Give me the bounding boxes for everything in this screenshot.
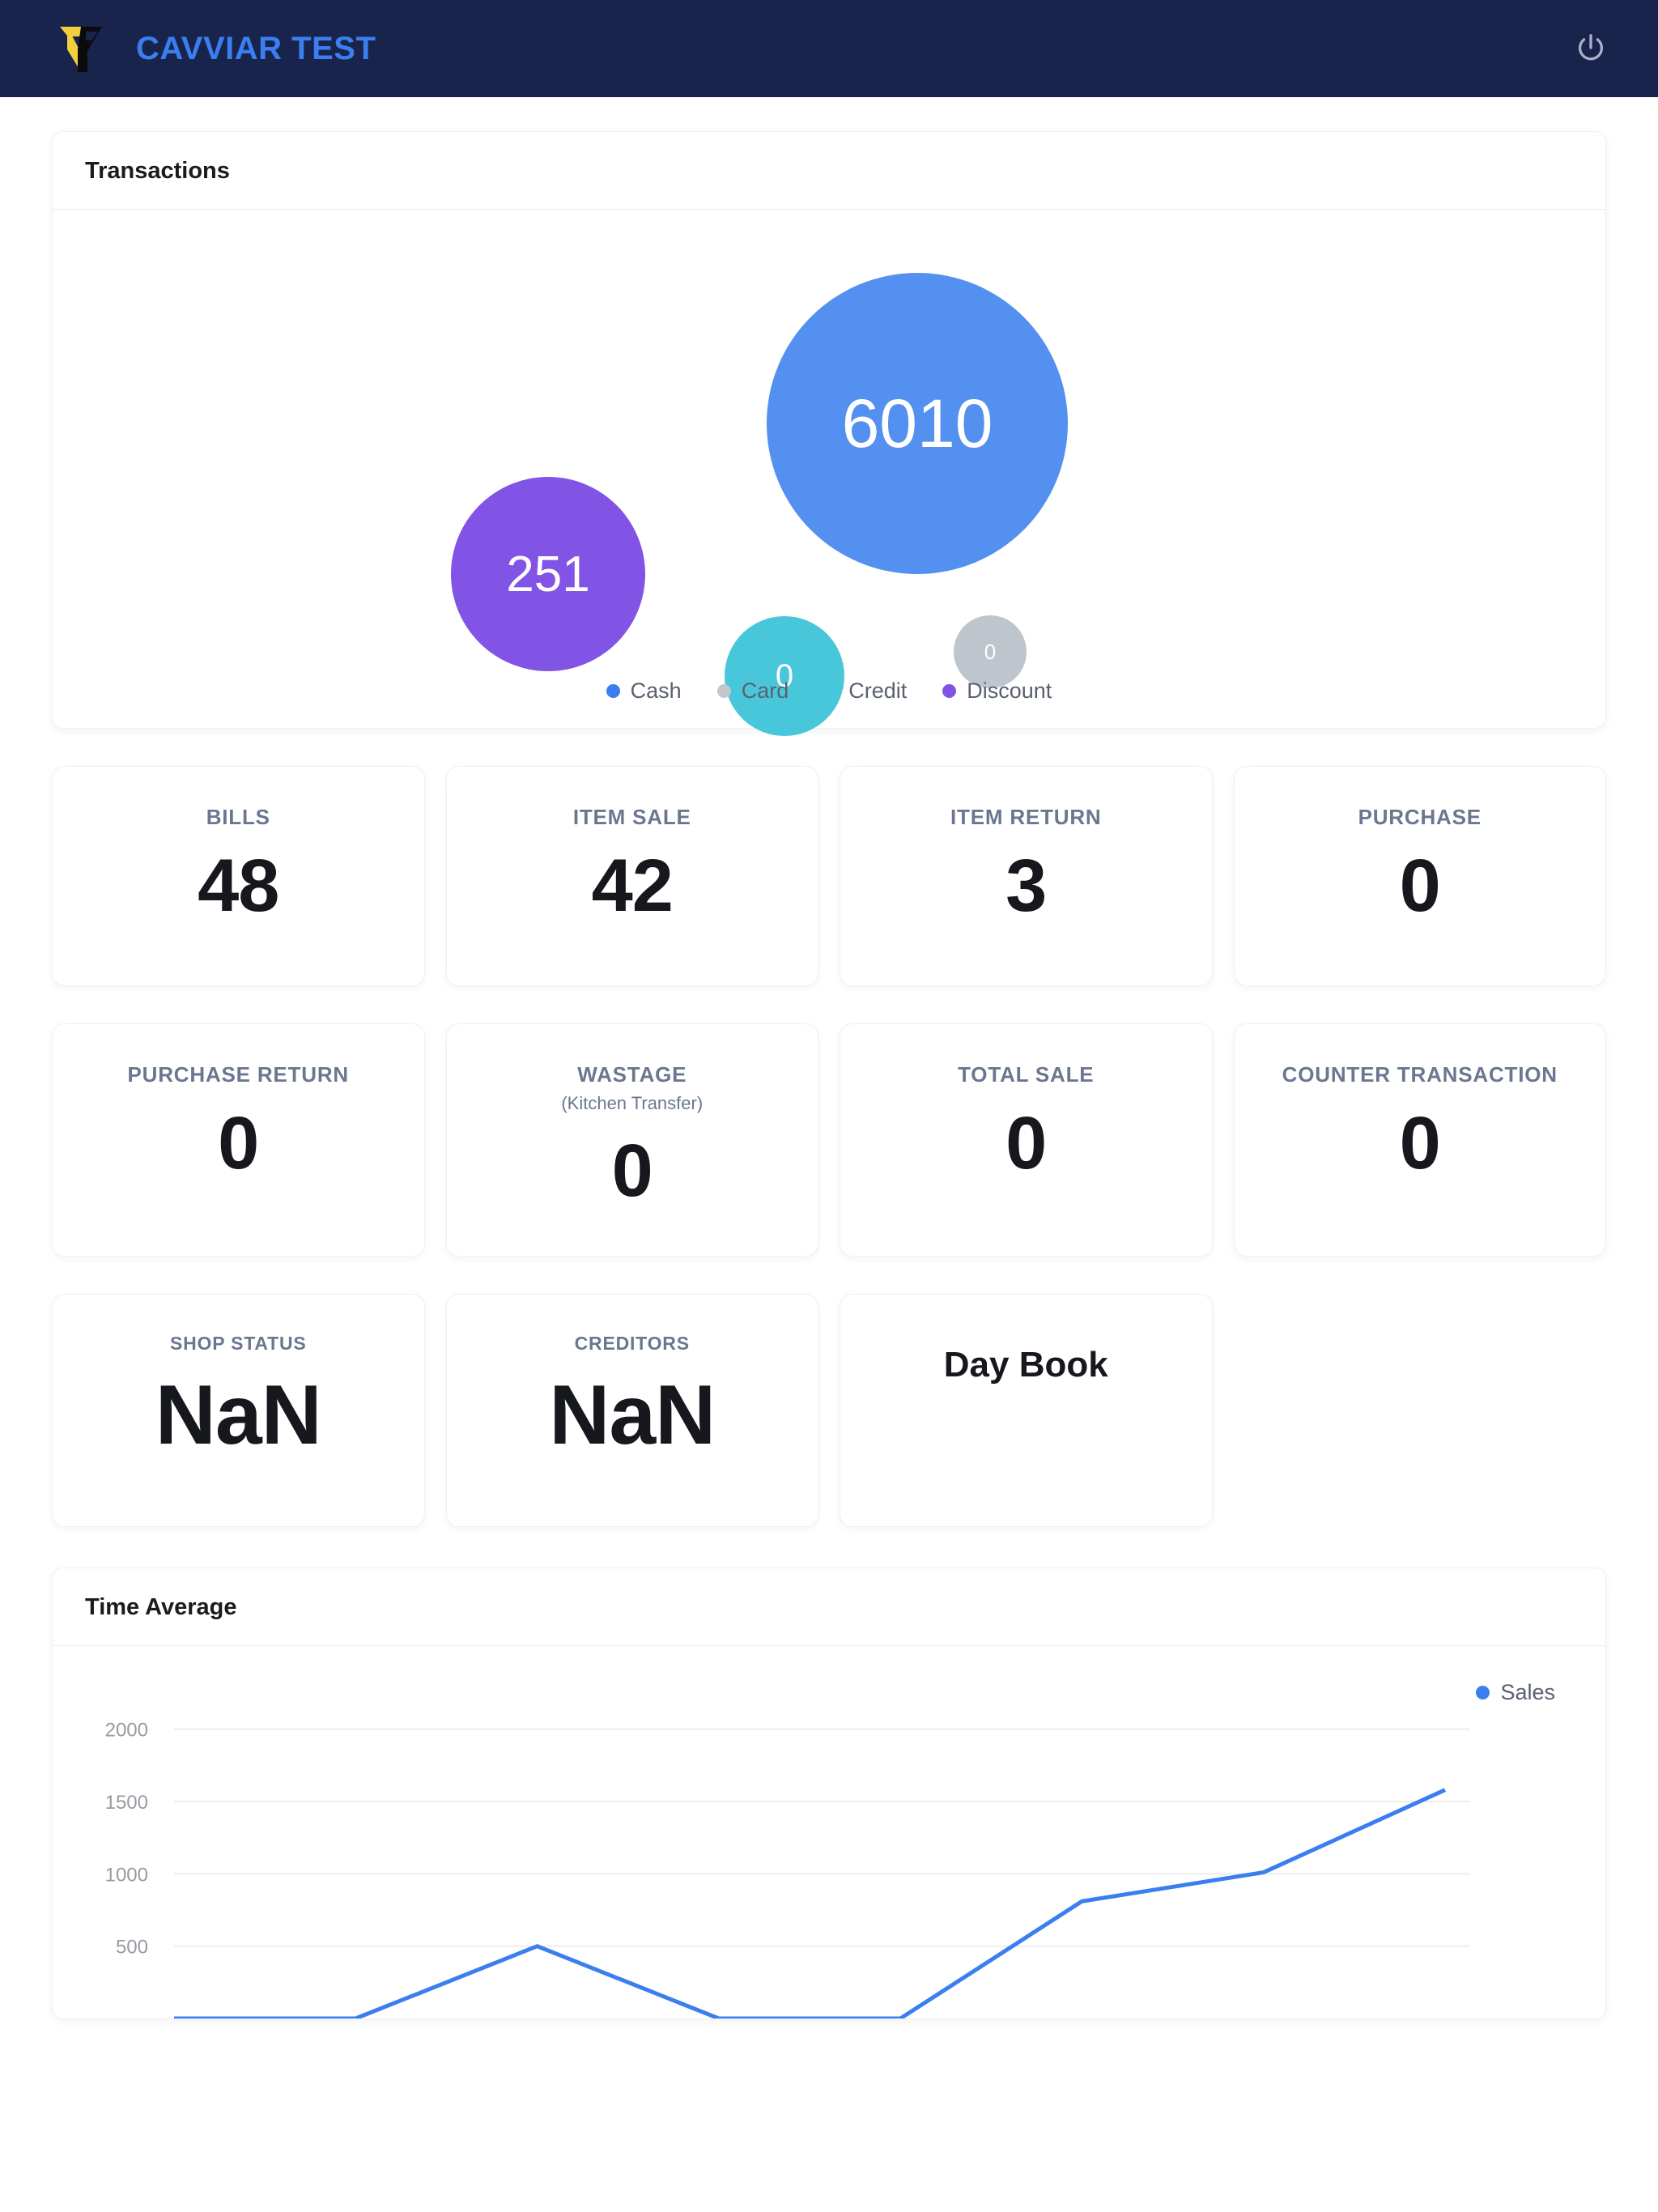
stat-card-label: COUNTER TRANSACTION [1282, 1062, 1558, 1087]
bubble-value: 0 [984, 639, 997, 664]
legend-label-cash: Cash [630, 678, 682, 703]
legend-label-card: Card [741, 678, 789, 703]
time-average-title: Time Average [85, 1594, 237, 1620]
transactions-bubble-chart: 0 0 251 6010 Cash Card Credit Discount [53, 210, 1605, 736]
stats-row-2: PURCHASE RETURN 0 WASTAGE (Kitchen Transfer… [52, 1023, 1606, 1257]
legend-dot-card [716, 684, 731, 698]
stat-card-label: CREDITORS [574, 1333, 690, 1354]
y-axis-tick-label: 1500 [105, 1792, 148, 1814]
stat-card-label: WASTAGE [577, 1062, 687, 1087]
time-average-panel-header: Time Average [53, 1568, 1605, 1646]
brand-title: CAVVIAR TEST [136, 30, 376, 66]
stat-card-label: PURCHASE RETURN [127, 1062, 349, 1087]
bubble-value: 6010 [841, 385, 993, 462]
top-navigation-bar: CAVVIAR TEST [0, 0, 1658, 97]
power-logout-icon[interactable] [1562, 20, 1619, 77]
sales-line-plot: 500 1000 1500 2000 [105, 1720, 1469, 2018]
stat-card-label: ITEM RETURN [950, 805, 1102, 829]
y-axis-tick-label: 500 [116, 1937, 148, 1959]
stat-card-label: PURCHASE [1358, 805, 1482, 829]
stat-card-creditors[interactable]: CREDITORS NaN [445, 1294, 818, 1527]
day-book-label: Day Book [943, 1345, 1108, 1385]
stat-card-value: 3 [1005, 844, 1047, 927]
stat-card-value: NaN [155, 1368, 322, 1463]
stat-card-sublabel: (Kitchen Transfer) [561, 1092, 704, 1113]
bubble-card[interactable]: 0 [954, 615, 1027, 688]
cavviar-v-logo-icon [45, 14, 115, 83]
stat-card-shop-status[interactable]: SHOP STATUS NaN [52, 1294, 425, 1527]
stat-card-bills[interactable]: BILLS 48 [52, 766, 425, 986]
bubble-credit[interactable]: 0 [725, 616, 844, 736]
stat-card-purchase-return[interactable]: PURCHASE RETURN 0 [52, 1023, 425, 1257]
brand[interactable]: CAVVIAR TEST [45, 14, 376, 83]
stat-card-value: 0 [1005, 1101, 1047, 1185]
transactions-title: Transactions [85, 158, 230, 184]
stat-card-label: SHOP STATUS [169, 1333, 307, 1354]
stat-card-value: 48 [198, 844, 279, 927]
legend-item-cash[interactable]: Cash [606, 678, 682, 704]
time-average-chart: Sales 500 1000 1500 2000 [53, 1646, 1605, 2018]
day-book-card[interactable]: Day Book [840, 1294, 1213, 1527]
y-axis-tick-label: 2000 [105, 1720, 148, 1742]
stat-card-value: 0 [218, 1101, 259, 1185]
stat-card-label: ITEM SALE [572, 805, 691, 829]
stat-card-wastage[interactable]: WASTAGE (Kitchen Transfer) 0 [445, 1023, 818, 1257]
stat-card-value: NaN [549, 1368, 716, 1463]
stat-card-total-sale[interactable]: TOTAL SALE 0 [840, 1023, 1213, 1257]
stat-card-value: 0 [1399, 844, 1441, 927]
stats-row-1: BILLS 48 ITEM SALE 42 ITEM RETURN 3 PURCHASE 0 [52, 766, 1606, 986]
legend-label-discount: Discount [967, 678, 1052, 703]
transactions-panel-header: Transactions [53, 132, 1605, 210]
stat-card-label: TOTAL SALE [958, 1062, 1095, 1087]
legend-item-credit[interactable]: Credit [824, 678, 907, 704]
dashboard-body: Transactions 0 0 251 6010 Cash Card Credit Dis… [0, 97, 1658, 2019]
stat-card-item-return[interactable]: ITEM RETURN 3 [840, 766, 1213, 986]
transactions-panel: Transactions 0 0 251 6010 Cash Card Credit Dis… [52, 131, 1606, 736]
bubble-discount[interactable]: 251 [451, 477, 645, 671]
stat-card-value: 0 [611, 1129, 653, 1212]
legend-dot-discount [942, 684, 957, 698]
y-axis-tick-label: 1000 [105, 1864, 148, 1886]
stat-card-item-sale[interactable]: ITEM SALE 42 [445, 766, 818, 986]
stats-row-3: SHOP STATUS NaN CREDITORS NaN Day Book [52, 1294, 1606, 1527]
sales-line [174, 1788, 1447, 2018]
stat-card-value: 0 [1399, 1101, 1441, 1185]
transactions-legend: Cash Card Credit Discount [53, 678, 1605, 704]
stat-card-value: 42 [591, 844, 674, 927]
stat-card-counter-transaction[interactable]: COUNTER TRANSACTION 0 [1233, 1023, 1606, 1257]
legend-dot-cash [606, 684, 620, 698]
bubble-cash[interactable]: 6010 [767, 273, 1068, 574]
legend-item-card[interactable]: Card [716, 678, 789, 704]
time-average-panel: Time Average Sales 500 1000 1500 2000 [52, 1568, 1606, 2019]
stat-card-label: BILLS [206, 805, 270, 829]
legend-dot-credit [824, 684, 839, 698]
bubble-value: 251 [506, 546, 590, 602]
legend-item-discount[interactable]: Discount [942, 678, 1052, 704]
stat-card-purchase[interactable]: PURCHASE 0 [1233, 766, 1606, 986]
legend-label-credit: Credit [848, 678, 908, 703]
